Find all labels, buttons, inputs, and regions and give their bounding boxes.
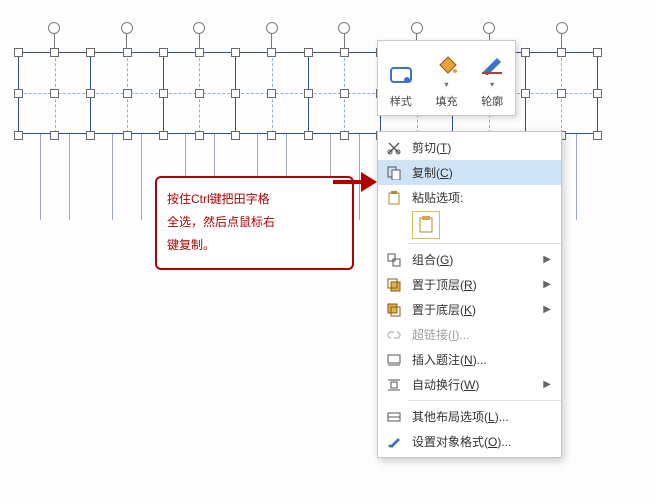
chevron-down-icon: ▾ [445, 80, 449, 89]
menu-item-format[interactable]: 设置对象格式(O)... [378, 429, 561, 454]
menu-label: 置于顶层(R) [412, 276, 535, 293]
mini-toolbar: 样式 ▾ 填充 ▾ 轮廓 [377, 40, 516, 116]
outline-label: 轮廓 [481, 93, 503, 109]
scissors-icon [384, 139, 404, 157]
outline-dropdown[interactable]: ▾ 轮廓 [469, 41, 515, 115]
menu-item-wrap[interactable]: 自动换行(W) ▶ [378, 372, 561, 397]
submenu-arrow-icon: ▶ [543, 304, 551, 315]
menu-item-paste-options: 粘贴选项: [378, 185, 561, 210]
menu-separator [408, 400, 561, 401]
format-object-icon [384, 433, 404, 451]
fill-label: 填充 [436, 93, 458, 109]
menu-item-layout[interactable]: 其他布局选项(L)... [378, 404, 561, 429]
menu-item-hyperlink: 超链接(I)... [378, 322, 561, 347]
send-back-icon [384, 301, 404, 319]
menu-label: 自动换行(W) [412, 376, 535, 393]
style-dropdown[interactable]: 样式 [378, 41, 424, 115]
callout-line: 按住Ctrl键把田字格 [167, 188, 342, 211]
menu-item-bring-front[interactable]: 置于顶层(R) ▶ [378, 272, 561, 297]
chevron-down-icon: ▾ [490, 80, 494, 89]
layout-icon [384, 408, 404, 426]
paint-bucket-icon [434, 52, 460, 78]
caption-icon [384, 351, 404, 369]
menu-item-group[interactable]: 组合(G) ▶ [378, 247, 561, 272]
callout-arrow-icon [333, 172, 379, 192]
menu-label: 剪切(T) [412, 139, 551, 156]
menu-label: 组合(G) [412, 251, 535, 268]
fill-dropdown[interactable]: ▾ 填充 [424, 41, 470, 115]
menu-label: 其他布局选项(L)... [412, 408, 551, 425]
menu-label: 复制(C) [412, 164, 551, 181]
style-label: 样式 [390, 93, 412, 109]
menu-label: 粘贴选项: [412, 189, 551, 206]
text-wrap-icon [384, 376, 404, 394]
shape-style-icon [388, 63, 414, 89]
copy-icon [384, 164, 404, 182]
submenu-arrow-icon: ▶ [543, 254, 551, 265]
menu-item-copy[interactable]: 复制(C) [378, 160, 561, 185]
callout-line: 全选，然后点鼠标右 [167, 211, 342, 234]
menu-item-cut[interactable]: 剪切(T) [378, 135, 561, 160]
menu-item-send-back[interactable]: 置于底层(K) ▶ [378, 297, 561, 322]
menu-separator [408, 243, 561, 244]
link-icon [384, 326, 404, 344]
menu-label: 超链接(I)... [412, 326, 551, 343]
paste-keep-formatting-button[interactable] [412, 211, 440, 239]
menu-label: 置于底层(K) [412, 301, 535, 318]
menu-label: 设置对象格式(O)... [412, 433, 551, 450]
context-menu: 剪切(T) 复制(C) 粘贴选项: 组合(G) ▶ 置于顶层(R) ▶ [377, 131, 562, 458]
paste-option-row [378, 210, 561, 240]
submenu-arrow-icon: ▶ [543, 279, 551, 290]
menu-item-caption[interactable]: 插入题注(N)... [378, 347, 561, 372]
menu-label: 插入题注(N)... [412, 351, 551, 368]
instruction-callout: 按住Ctrl键把田字格 全选，然后点鼠标右 键复制。 [155, 176, 354, 270]
pen-outline-icon [479, 52, 505, 78]
submenu-arrow-icon: ▶ [543, 379, 551, 390]
group-icon [384, 251, 404, 269]
callout-line: 键复制。 [167, 234, 342, 257]
bring-front-icon [384, 276, 404, 294]
clipboard-icon [384, 189, 404, 207]
